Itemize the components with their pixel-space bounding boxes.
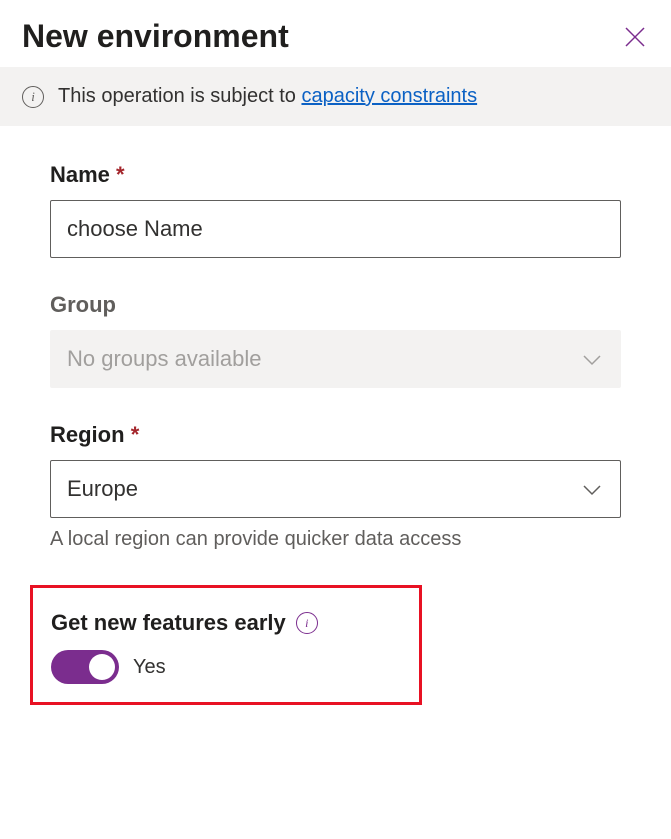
early-features-toggle[interactable] (51, 650, 119, 684)
name-label-text: Name (50, 162, 110, 187)
info-banner: i This operation is subject to capacity … (0, 67, 671, 126)
chevron-down-icon (582, 476, 602, 502)
group-select-placeholder: No groups available (67, 346, 261, 372)
early-features-toggle-row: Yes (51, 650, 401, 684)
capacity-constraints-link[interactable]: capacity constraints (301, 85, 477, 107)
region-field: Region * Europe A local region can provi… (50, 422, 621, 551)
name-label: Name * (50, 162, 621, 188)
required-mark: * (131, 422, 140, 447)
region-select[interactable]: Europe (50, 460, 621, 518)
required-mark: * (116, 162, 125, 187)
region-select-value: Europe (67, 476, 138, 502)
early-features-label: Get new features early (51, 610, 286, 636)
group-label: Group (50, 292, 621, 318)
panel-title: New environment (22, 18, 289, 55)
region-label: Region * (50, 422, 621, 448)
info-icon: i (22, 86, 44, 108)
form-body: Name * Group No groups available Region … (0, 126, 671, 725)
region-helper-text: A local region can provide quicker data … (50, 528, 621, 551)
region-label-text: Region (50, 422, 125, 447)
name-input[interactable] (50, 200, 621, 258)
early-features-value: Yes (133, 656, 166, 679)
toggle-knob (89, 654, 115, 680)
info-icon[interactable]: i (296, 612, 318, 634)
name-field: Name * (50, 162, 621, 258)
close-icon (624, 26, 646, 48)
chevron-down-icon (582, 346, 602, 372)
panel-header: New environment (0, 0, 671, 67)
group-field: Group No groups available (50, 292, 621, 388)
early-features-label-row: Get new features early i (51, 610, 401, 636)
group-select: No groups available (50, 330, 621, 388)
info-banner-text: This operation is subject to capacity co… (58, 85, 477, 108)
info-text-prefix: This operation is subject to (58, 85, 296, 107)
early-features-highlight: Get new features early i Yes (30, 585, 422, 705)
close-button[interactable] (621, 23, 649, 51)
